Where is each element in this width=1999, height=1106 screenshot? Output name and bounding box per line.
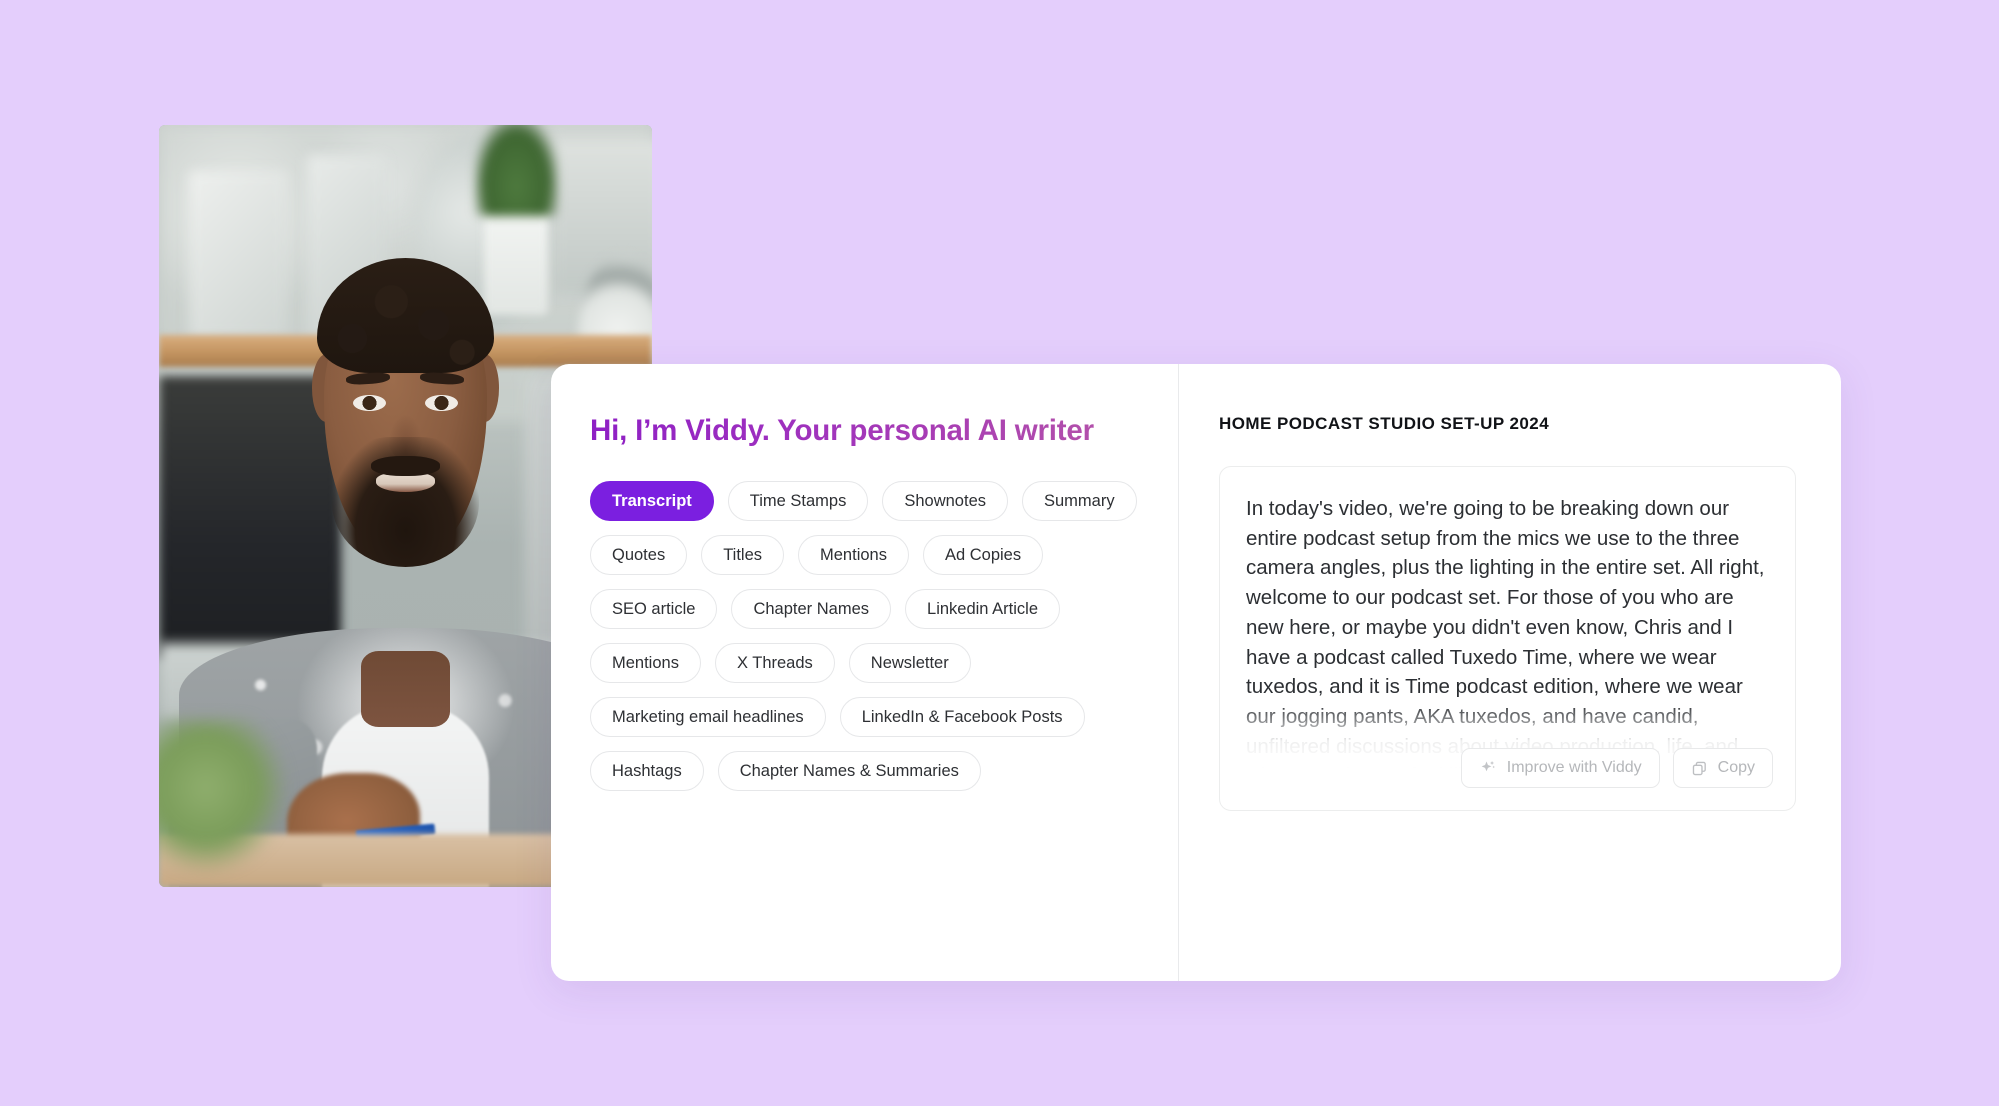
foreground-plant <box>159 719 288 872</box>
copy-label: Copy <box>1717 759 1755 776</box>
chip-seo-article[interactable]: SEO article <box>590 589 718 629</box>
chip-chapter-names[interactable]: Chapter Names <box>731 589 892 629</box>
sparkle-icon <box>1479 759 1497 777</box>
page-title: Hi, I’m Viddy. Your personal AI writer <box>590 414 1178 448</box>
chip-shownotes[interactable]: Shownotes <box>882 481 1008 521</box>
transcript-text: In today's video, we're going to be brea… <box>1246 497 1765 788</box>
person-mustache <box>370 455 440 476</box>
copy-icon <box>1691 760 1708 777</box>
chip-marketing-email-headlines[interactable]: Marketing email headlines <box>590 697 826 737</box>
person-hair <box>316 258 495 373</box>
chip-titles[interactable]: Titles <box>701 535 785 575</box>
content-type-chip-list: Transcript Time Stamps Shownotes Summary Quo… <box>590 481 1150 791</box>
chip-x-threads[interactable]: X Threads <box>714 643 835 683</box>
document-title: HOME PODCAST STUDIO SET-UP 2024 <box>1219 414 1550 433</box>
improve-with-viddy-button[interactable]: Improve with Viddy <box>1460 748 1660 788</box>
chip-quotes[interactable]: Quotes <box>590 535 688 575</box>
chip-transcript[interactable]: Transcript <box>590 481 714 521</box>
person-eye-right <box>425 394 458 411</box>
chip-linkedin-article[interactable]: Linkedin Article <box>905 589 1060 629</box>
transcript-actions: Improve with Viddy Copy <box>1460 748 1773 788</box>
chip-newsletter[interactable]: Newsletter <box>848 643 971 683</box>
chip-linkedin-facebook-posts[interactable]: LinkedIn & Facebook Posts <box>839 697 1085 737</box>
copy-button[interactable]: Copy <box>1672 748 1773 788</box>
viddy-ai-writer-card: Hi, I’m Viddy. Your personal AI writer T… <box>551 364 1841 981</box>
chip-summary[interactable]: Summary <box>1022 481 1137 521</box>
transcript-box[interactable]: In today's video, we're going to be brea… <box>1219 466 1796 811</box>
person-eye-left <box>353 394 386 411</box>
chip-mentions[interactable]: Mentions <box>590 643 701 683</box>
left-panel: Hi, I’m Viddy. Your personal AI writer T… <box>551 364 1178 981</box>
chip-ad-copies[interactable]: Ad Copies <box>922 535 1044 575</box>
right-panel: HOME PODCAST STUDIO SET-UP 2024 In today… <box>1179 364 1841 981</box>
chip-time-stamps[interactable]: Time Stamps <box>727 481 869 521</box>
person-neck <box>361 650 450 727</box>
chip-hashtags[interactable]: Hashtags <box>590 751 704 791</box>
chip-chapter-names-summaries[interactable]: Chapter Names & Summaries <box>717 751 981 791</box>
chip-mentions[interactable]: Mentions <box>798 535 909 575</box>
improve-with-viddy-label: Improve with Viddy <box>1506 759 1642 776</box>
